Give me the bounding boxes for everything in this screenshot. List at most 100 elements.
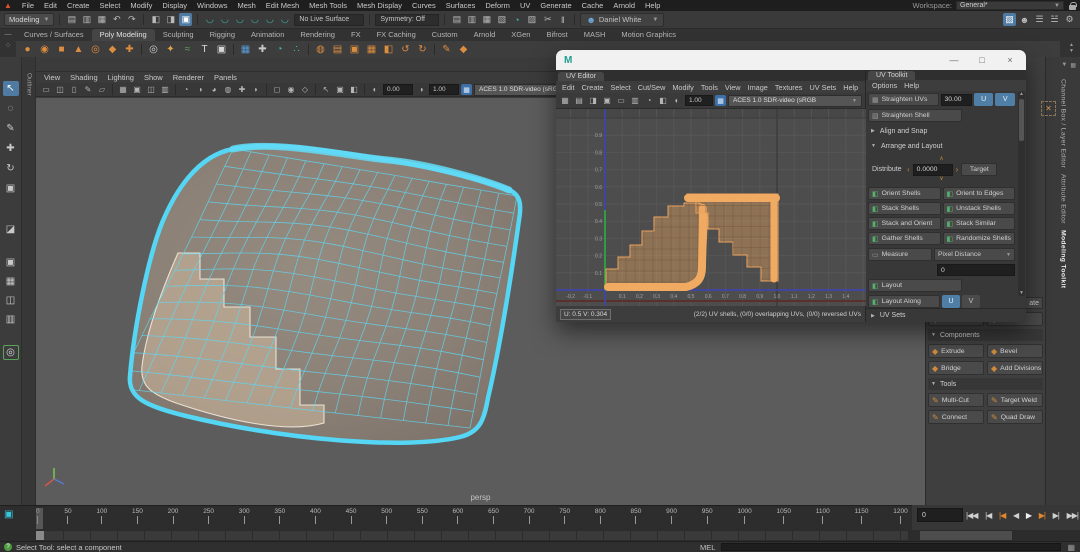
- straighten-shell-button[interactable]: ▧ Straighten Shell: [868, 109, 962, 123]
- menu-item[interactable]: Curves: [407, 1, 441, 10]
- viewport-toolbar-icon[interactable]: ◕: [208, 84, 220, 96]
- timeline-playhead[interactable]: [36, 508, 43, 529]
- coordinates-icon[interactable]: ∴: [289, 42, 304, 56]
- uv-toolkit-tab[interactable]: UV Toolkit: [868, 71, 916, 81]
- menu-item[interactable]: Display: [157, 1, 192, 10]
- symmetry-field[interactable]: Symmetry: Off: [375, 13, 440, 26]
- viewport-toolbar-icon[interactable]: ◍: [222, 84, 234, 96]
- maximize-button[interactable]: □: [968, 51, 996, 69]
- viewport-toolbar-icon[interactable]: ▥: [159, 84, 171, 96]
- uv-editor-menu-item[interactable]: Cut/Sew: [638, 83, 666, 92]
- poly-cylinder-icon[interactable]: ■: [54, 42, 69, 56]
- shelf-tab[interactable]: Rigging: [202, 29, 243, 41]
- mel-label[interactable]: MEL: [700, 543, 715, 552]
- range-slider-options[interactable]: [920, 531, 1012, 540]
- layout-four-pane[interactable]: ▦: [3, 274, 19, 289]
- scroll-down-icon[interactable]: ▼: [1019, 290, 1024, 296]
- uv-toolbar-icon[interactable]: ◔: [643, 95, 655, 107]
- layout-button[interactable]: ◧ Layout: [868, 279, 962, 293]
- toolkit-tool-button[interactable]: ✎ Multi-Cut: [928, 393, 984, 407]
- render-view-icon[interactable]: ◔: [510, 13, 523, 26]
- layout-single-pane[interactable]: ▣: [3, 255, 19, 270]
- measure-button[interactable]: ▭ Measure: [868, 248, 932, 262]
- color-managed-icon[interactable]: ▦: [461, 84, 472, 95]
- shelf-mini-buttons[interactable]: — ○: [2, 31, 14, 55]
- launch-app-icon[interactable]: ▨: [525, 13, 538, 26]
- poly-type-icon[interactable]: T: [197, 42, 212, 56]
- range-slider[interactable]: [0, 530, 1080, 541]
- play-backwards-button[interactable]: ◀: [1013, 511, 1019, 520]
- undo-icon[interactable]: ↶: [110, 13, 123, 26]
- viewport-toolbar-icon[interactable]: ✚: [236, 84, 248, 96]
- shelf-scroll-arrows[interactable]: ▲ ▼: [1069, 42, 1074, 54]
- viewport-toolbar-icon[interactable]: ◑: [194, 84, 206, 96]
- workspace-lock-icon[interactable]: [1069, 1, 1077, 10]
- open-scene-icon[interactable]: ▥: [80, 13, 93, 26]
- menu-item[interactable]: UV: [515, 1, 535, 10]
- menu-item[interactable]: Edit Mesh: [261, 1, 304, 10]
- smooth-icon[interactable]: ▦: [364, 42, 379, 56]
- reverse-normals-icon[interactable]: ↺: [398, 42, 413, 56]
- menu-set-dropdown[interactable]: Modeling ▼: [4, 13, 55, 26]
- time-slider[interactable]: 0501001502002503003504004505005506006507…: [0, 505, 912, 530]
- render-settings-icon[interactable]: ▦: [480, 13, 493, 26]
- uv-sets-section[interactable]: ▶ UV Sets: [866, 308, 1026, 322]
- uv-toolbar-icon[interactable]: ◨: [587, 95, 599, 107]
- straighten-u-button[interactable]: U: [973, 93, 994, 107]
- script-editor-icon[interactable]: ▦: [1067, 543, 1075, 552]
- shelf-tab[interactable]: Animation: [243, 29, 292, 41]
- combine-icon[interactable]: ▤: [330, 42, 345, 56]
- exposure-icon[interactable]: ◐: [369, 84, 381, 96]
- tools-section-header[interactable]: ▼ Tools: [928, 378, 1043, 390]
- platonic-icon[interactable]: ◎: [146, 42, 161, 56]
- viewport-toolbar-icon[interactable]: ◗: [250, 84, 262, 96]
- tab-channel-box[interactable]: Channel Box / Layer Editor: [1060, 79, 1067, 168]
- select-hierarchy-icon[interactable]: ◧: [149, 13, 162, 26]
- uv-editor-menu-item[interactable]: Edit: [562, 83, 575, 92]
- menu-item[interactable]: Windows: [192, 1, 232, 10]
- measure-value-field[interactable]: 0: [937, 264, 1015, 277]
- menu-item[interactable]: File: [17, 1, 39, 10]
- uv-editor-menu-item[interactable]: Modify: [672, 83, 694, 92]
- multi-cut-icon[interactable]: ◆: [456, 42, 471, 56]
- ipr-render-icon[interactable]: ▥: [465, 13, 478, 26]
- snap-curve-icon[interactable]: ◡: [218, 13, 231, 26]
- distribute-up-icon[interactable]: ∧: [939, 156, 943, 162]
- viewport-toolbar-icon[interactable]: ◉: [285, 84, 297, 96]
- zoom-tool-icon[interactable]: ◎: [2, 345, 19, 360]
- shelf-tab[interactable]: Custom: [424, 29, 466, 41]
- shelf-tab[interactable]: Curves / Surfaces: [16, 29, 92, 41]
- paint-select-tool[interactable]: ✎: [3, 121, 19, 136]
- viewport-toolbar-icon[interactable]: ✎: [82, 84, 94, 96]
- components-section-header[interactable]: ▼ Components: [928, 329, 1043, 341]
- menu-item[interactable]: Edit: [39, 1, 62, 10]
- quad-draw-icon[interactable]: ✎: [439, 42, 454, 56]
- align-and-snap-section[interactable]: ▶ Align and Snap: [868, 125, 1015, 137]
- go-to-end-button[interactable]: ▶▶|: [1067, 511, 1079, 520]
- uv-toolbar-icon[interactable]: ◧: [657, 95, 669, 107]
- go-to-start-button[interactable]: |◀◀: [966, 511, 978, 520]
- component-op-button[interactable]: ◆ Bevel: [987, 344, 1043, 358]
- panel-menu-item[interactable]: Shading: [70, 73, 98, 82]
- svg-icon[interactable]: ▣: [214, 42, 229, 56]
- snap-grid-icon[interactable]: ◡: [203, 13, 216, 26]
- panel-menu-item[interactable]: View: [44, 73, 60, 82]
- gamma-field[interactable]: 1.00: [429, 84, 459, 95]
- redo-icon[interactable]: ↷: [125, 13, 138, 26]
- tab-modeling-toolkit[interactable]: Modeling Toolkit: [1060, 230, 1067, 288]
- straighten-uvs-button[interactable]: ▦ Straighten UVs: [868, 93, 939, 107]
- distribute-target-button[interactable]: Target: [961, 163, 998, 177]
- shell-op-button[interactable]: ◧ Stack and Orient: [868, 217, 941, 231]
- scale-tool[interactable]: ▣: [3, 181, 19, 196]
- poly-cube-icon[interactable]: ◉: [37, 42, 52, 56]
- viewport-toolbar-icon[interactable]: ▱: [96, 84, 108, 96]
- step-forward-frame-button[interactable]: ▶|: [1039, 511, 1046, 520]
- panel-menu-item[interactable]: Show: [144, 73, 163, 82]
- step-back-frame-button[interactable]: |◀: [999, 511, 1006, 520]
- hypershade-icon[interactable]: ▧: [495, 13, 508, 26]
- poly-plane-icon[interactable]: ◆: [105, 42, 120, 56]
- pause-icon[interactable]: ‖: [556, 13, 569, 26]
- lasso-tool[interactable]: ◌: [3, 101, 19, 116]
- close-button[interactable]: ×: [996, 51, 1024, 69]
- live-surface-field[interactable]: No Live Surface: [294, 13, 365, 26]
